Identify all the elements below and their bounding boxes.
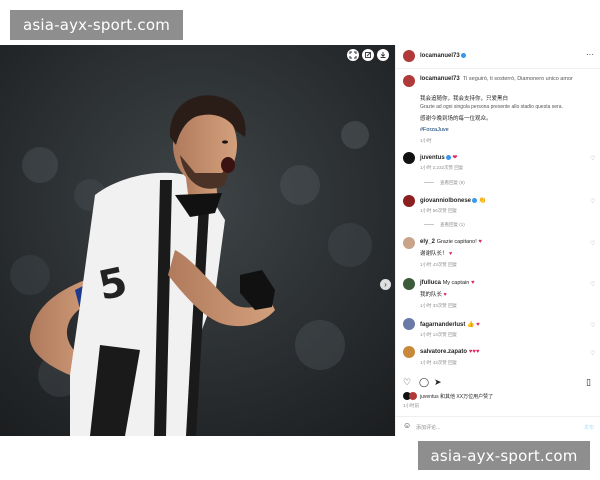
comment-meta: 1小时 2,232次赞 回复 — [420, 165, 464, 170]
caption-text-cn: 我会追随你，我会支持你，只爱黑白 — [420, 96, 509, 102]
caption-text: Grazie ad ogni singola persona presente … — [420, 104, 563, 110]
emoji-icon[interactable]: ☺ — [403, 422, 411, 430]
comment-user[interactable]: giovanniolbonese 👏 — [420, 197, 486, 204]
divider — [424, 224, 434, 225]
likes-summary[interactable]: juventus 和其他 XX万位用户赞了 — [420, 393, 493, 400]
avatar[interactable] — [403, 50, 415, 62]
avatar[interactable] — [403, 237, 415, 249]
avatar — [409, 392, 417, 400]
comment-icon[interactable]: ◯ — [419, 378, 429, 387]
heart-icon[interactable]: ♡ — [590, 322, 595, 329]
comment-user[interactable]: ely_2 Grazie capitano! ♥ — [420, 239, 482, 245]
comment-text: 我的队长 ♥ — [420, 292, 447, 298]
player-photo: 5 — [0, 45, 395, 436]
heart-icon[interactable]: ♡ — [590, 155, 595, 162]
comment-user[interactable]: jfulluca My captain ♥ — [420, 280, 475, 286]
download-icon[interactable] — [377, 49, 389, 61]
heart-icon[interactable]: ♡ — [403, 378, 411, 387]
comment-meta: 1小时 56次赞 回复 — [420, 208, 458, 213]
send-icon[interactable]: ➤ — [434, 378, 442, 387]
heart-icon[interactable]: ♡ — [590, 198, 595, 205]
post-side-panel: locamanuel73 ··· locamanuel73 Ti seguirò… — [395, 45, 600, 436]
post-photo[interactable]: 5 › — [0, 45, 395, 436]
avatar[interactable] — [403, 278, 415, 290]
heart-icon[interactable]: ♡ — [590, 350, 595, 357]
post-time: 1小时前 — [403, 403, 420, 408]
caption-text: Ti seguirò, ti sosterrò, Diamonero unico… — [463, 76, 573, 82]
caption-user[interactable]: locamanuel73 — [420, 76, 460, 82]
caption-time: 1小时 — [420, 138, 432, 143]
avatar[interactable] — [403, 152, 415, 164]
comment-user[interactable]: juventus ❤ — [420, 154, 457, 161]
heart-icon[interactable]: ♡ — [590, 240, 595, 247]
view-replies-link[interactable]: 查看回复 (1) — [440, 222, 465, 228]
post-author[interactable]: locamanuel73 — [420, 53, 466, 59]
comment-input[interactable]: 添加评论... — [416, 424, 440, 431]
comment-text: 谢谢队长！ ♥ — [420, 251, 453, 257]
watermark-bottom: asia-ayx-sport.com — [418, 441, 590, 470]
share-icon[interactable] — [362, 49, 374, 61]
chevron-right-icon[interactable]: › — [380, 279, 391, 290]
watermark-top: asia-ayx-sport.com — [10, 10, 183, 40]
caption-text-cn: 感谢今晚到场的每一位观众。 — [420, 116, 492, 122]
comment-meta: 1小时 43次赞 回复 — [420, 360, 458, 365]
avatar[interactable] — [403, 195, 415, 207]
more-icon[interactable]: ··· — [586, 51, 594, 59]
comment-user[interactable]: salvatore.zapato ♥♥♥ — [420, 349, 479, 355]
divider — [424, 182, 434, 183]
hashtag-link[interactable]: #ForzaJuve — [420, 127, 449, 133]
comment-meta: 1小时 43次赞 回复 — [420, 262, 458, 267]
expand-icon[interactable] — [347, 49, 359, 61]
bookmark-icon[interactable]: ▯ — [586, 378, 591, 387]
comment-meta: 1小时 13次赞 回复 — [420, 332, 458, 337]
avatar[interactable] — [403, 318, 415, 330]
comment-meta: 1小时 33次赞 回复 — [420, 303, 458, 308]
avatar[interactable] — [403, 346, 415, 358]
screenshot: asia-ayx-sport.com 5 › locamanuel73 ··· … — [0, 0, 600, 480]
heart-icon[interactable]: ♡ — [590, 281, 595, 288]
post-button[interactable]: 发布 — [584, 424, 594, 431]
view-replies-link[interactable]: 查看回复 (9) — [440, 180, 465, 186]
comment-user[interactable]: fagarnanderlust 👍 ♥ — [420, 321, 480, 328]
avatar[interactable] — [403, 75, 415, 87]
